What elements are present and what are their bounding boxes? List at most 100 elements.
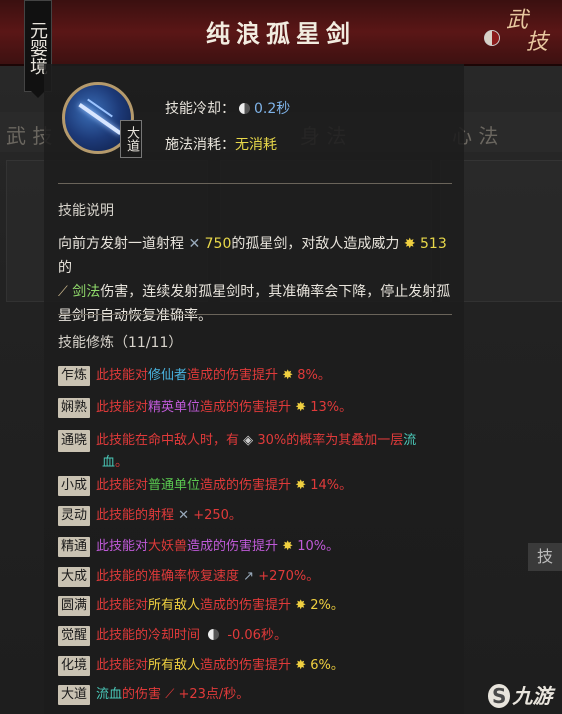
training-text: 造成的伤害提升	[200, 598, 292, 613]
training-text: 30%的概率为其叠加一层	[257, 433, 404, 448]
training-value: +23点/秒。	[178, 687, 250, 702]
skill-grade-badge: 大道	[120, 120, 142, 158]
power-icon: ✸	[403, 236, 416, 252]
training-value: 10%。	[297, 539, 340, 554]
training-row: 乍炼 此技能对修仙者造成的伤害提升 ✸ 8%。	[58, 366, 488, 386]
watermark: S 九游	[488, 680, 552, 709]
damage-type: 剑法	[72, 284, 101, 300]
training-text: 此技能对	[96, 400, 149, 415]
training-row: 大成 此技能的准确率恢复速度 ↗ +270%。	[58, 567, 488, 587]
stamp-char: 技	[526, 30, 549, 55]
bleed-text: 流	[403, 433, 417, 448]
training-target: 普通单位	[148, 478, 201, 493]
training-target: 所有敌人	[148, 658, 201, 673]
power-icon: ✸	[295, 658, 307, 673]
training-value: -0.06秒。	[227, 628, 287, 643]
training-text: 造成的伤害提升	[200, 400, 292, 415]
training-tag: 灵动	[58, 506, 91, 526]
training-tag: 娴熟	[58, 398, 91, 418]
training-row: 觉醒 此技能的冷却时间 -0.06秒。	[58, 626, 488, 646]
training-tag: 乍炼	[58, 366, 91, 386]
training-text: 此技能在命中敌人时，有	[96, 433, 240, 448]
training-row: 灵动 此技能的射程 ✕ +250。	[58, 506, 488, 526]
training-tag: 圆满	[58, 596, 91, 616]
range-value: 750	[204, 236, 232, 252]
training-text: 此技能的冷却时间	[96, 628, 201, 643]
skill-tooltip-panel	[44, 64, 464, 714]
yin-yang-icon	[484, 30, 500, 46]
training-tag: 大成	[58, 567, 91, 587]
training-text: 此技能对	[96, 658, 149, 673]
training-text: 此技能对	[96, 598, 149, 613]
training-tag: 觉醒	[58, 626, 91, 646]
dice-icon: ◈	[243, 433, 254, 448]
watermark-logo-icon: S	[488, 684, 511, 708]
cooldown-row: 技能冷却： 0.2秒	[165, 98, 290, 118]
training-value: 13%。	[310, 400, 353, 415]
power-icon: ✸	[282, 539, 294, 554]
training-tag: 化境	[58, 656, 91, 676]
training-title: 技能修炼（11/11）	[58, 335, 183, 351]
training-row: 通晓 此技能在命中敌人时，有 ◈ 30%的概率为其叠加一层流 血。	[58, 430, 488, 474]
watermark-text: 九游	[512, 684, 553, 708]
training-target: 大妖兽	[148, 539, 188, 554]
training-tag: 精通	[58, 537, 91, 557]
desc-text: 向前方发射一道射程	[58, 236, 184, 252]
power-icon: ✸	[295, 400, 307, 415]
training-text: 此技能的准确率恢复速度	[96, 569, 240, 584]
power-value: 513	[420, 236, 447, 252]
training-tag: 大道	[58, 685, 91, 705]
training-text: 造成的伤害提升	[187, 368, 279, 383]
category-stamp: 武 技	[506, 10, 558, 62]
training-row: 小成 此技能对普通单位造成的伤害提升 ✸ 14%。	[58, 476, 488, 496]
training-row: 大道 流血的伤害 ⟋ +23点/秒。	[58, 685, 488, 705]
background-right-tag: 技	[528, 543, 562, 571]
training-target: 所有敌人	[148, 598, 201, 613]
power-icon: ✸	[295, 598, 307, 613]
accuracy-icon: ↗	[243, 569, 255, 584]
training-text: 此技能对	[96, 539, 149, 554]
training-value: 2%。	[310, 598, 344, 613]
power-icon: ✸	[295, 478, 307, 493]
training-row: 化境 此技能对所有敌人造成的伤害提升 ✸ 6%。	[58, 656, 488, 676]
bleed-text: 流血	[96, 687, 123, 702]
desc-text: 伤害，连续发射孤星剑时，其准确率会下降，停止发射孤星剑可自动恢复准确率。	[58, 284, 451, 324]
description-title: 技能说明	[58, 203, 114, 219]
training-tag: 小成	[58, 476, 91, 496]
cooldown-icon	[208, 629, 220, 640]
training-target: 修仙者	[148, 368, 188, 383]
desc-text: 的孤星剑，对敌人造成威力	[231, 236, 400, 252]
training-row: 圆满 此技能对所有敌人造成的伤害提升 ✸ 2%。	[58, 596, 488, 616]
training-value: 8%。	[297, 368, 331, 383]
training-text: 造成的伤害提升	[200, 478, 292, 493]
training-target: 精英单位	[148, 400, 201, 415]
bleed-icon: ⟋	[165, 687, 175, 702]
bleed-text: 血	[102, 455, 116, 470]
training-tag: 通晓	[58, 430, 91, 452]
training-value: +270%。	[258, 569, 320, 584]
cooldown-label: 技能冷却：	[165, 101, 235, 117]
cost-row: 施法消耗：无消耗	[165, 134, 277, 154]
training-value: 6%。	[310, 658, 344, 673]
range-icon: ✕	[178, 508, 190, 523]
training-text: 此技能对	[96, 368, 149, 383]
training-text: 造成的伤害提升	[200, 658, 292, 673]
training-text: 此技能的射程	[96, 508, 175, 523]
cooldown-value: 0.2秒	[254, 101, 291, 117]
power-icon: ✸	[282, 368, 294, 383]
sword-art-icon: ⟋	[58, 284, 68, 300]
stamp-char: 武	[506, 8, 529, 33]
desc-text: 的	[58, 260, 72, 276]
cost-value: 无消耗	[235, 137, 277, 153]
skill-title: 纯浪孤星剑	[206, 19, 356, 48]
training-text: 此技能对	[96, 478, 149, 493]
training-row: 娴熟 此技能对精英单位造成的伤害提升 ✸ 13%。	[58, 398, 488, 418]
cooldown-icon	[239, 103, 250, 114]
cost-label: 施法消耗：	[165, 137, 235, 153]
divider	[58, 183, 452, 184]
training-text: 的伤害	[122, 687, 162, 702]
training-value: 。	[115, 455, 129, 470]
training-row: 精通 此技能对大妖兽造成的伤害提升 ✸ 10%。	[58, 537, 488, 557]
divider	[58, 314, 452, 315]
range-icon: ✕	[188, 236, 201, 252]
